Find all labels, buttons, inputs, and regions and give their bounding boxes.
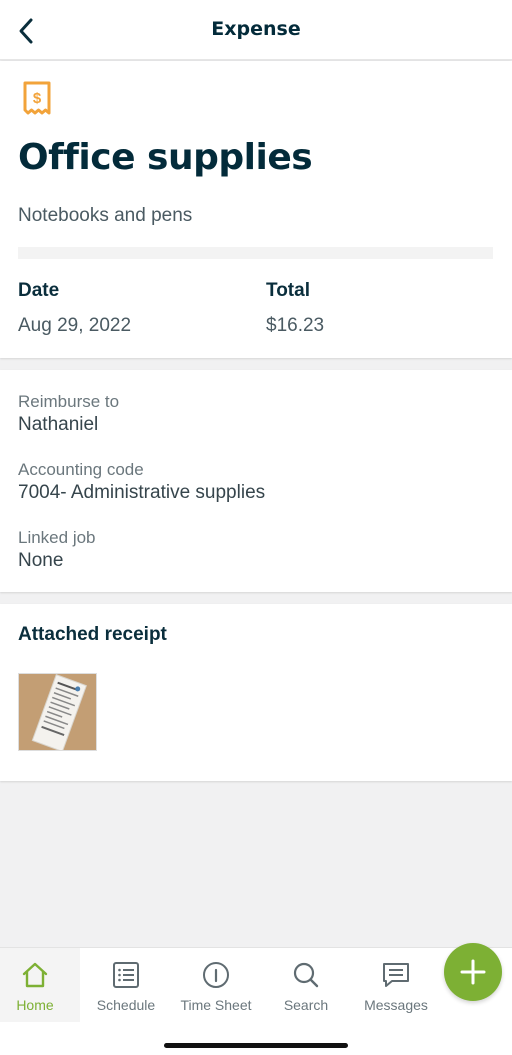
reimburse-value: Nathaniel bbox=[18, 414, 99, 435]
receipt-thumbnail[interactable] bbox=[18, 673, 97, 751]
date-value: Aug 29, 2022 bbox=[18, 315, 132, 336]
search-icon bbox=[293, 962, 319, 988]
plus-icon bbox=[460, 959, 486, 985]
tab-search-label: Search bbox=[283, 997, 329, 1013]
reimburse-label: Reimburse to bbox=[18, 392, 120, 411]
total-label: Total bbox=[266, 280, 310, 301]
tab-time-sheet-label: Time Sheet bbox=[180, 997, 252, 1013]
add-button[interactable] bbox=[444, 943, 502, 1001]
total-value: $16.23 bbox=[266, 315, 325, 336]
expense-description: Notebooks and pens bbox=[18, 205, 193, 226]
accounting-code-value: 7004- Administrative supplies bbox=[18, 482, 266, 503]
tab-home-label: Home bbox=[16, 997, 54, 1013]
home-indicator bbox=[164, 1043, 348, 1048]
top-bar: Expense bbox=[0, 0, 512, 60]
expense-title: Office supplies bbox=[18, 137, 313, 178]
home-icon bbox=[22, 962, 48, 988]
receipt-photo bbox=[19, 674, 96, 750]
attached-receipt-title: Attached receipt bbox=[18, 624, 167, 645]
tab-time-sheet[interactable]: Time Sheet bbox=[171, 948, 261, 1022]
message-icon bbox=[383, 963, 409, 987]
tab-messages[interactable]: Messages bbox=[351, 948, 441, 1022]
linked-job-label: Linked job bbox=[18, 528, 96, 547]
svg-text:$: $ bbox=[33, 90, 42, 107]
date-label: Date bbox=[18, 280, 60, 301]
accounting-code-label: Accounting code bbox=[18, 460, 144, 479]
tab-search[interactable]: Search bbox=[261, 948, 351, 1022]
expense-details-card: Reimburse to Nathaniel Accounting code 7… bbox=[0, 370, 512, 592]
attached-receipt-card: Attached receipt bbox=[0, 604, 512, 781]
expense-summary-card: $ Office supplies Notebooks and pens Dat… bbox=[0, 61, 512, 358]
page-title: Expense bbox=[211, 18, 301, 40]
divider bbox=[18, 247, 493, 259]
tab-schedule-label: Schedule bbox=[96, 997, 156, 1013]
clock-icon bbox=[203, 962, 229, 988]
receipt-icon: $ bbox=[23, 81, 51, 115]
linked-job-value: None bbox=[18, 550, 64, 571]
tab-messages-label: Messages bbox=[364, 997, 428, 1013]
tab-schedule[interactable]: Schedule bbox=[81, 948, 171, 1022]
list-icon bbox=[113, 962, 139, 988]
tab-home[interactable]: Home bbox=[0, 948, 80, 1022]
bottom-tab-bar: Home Schedule Time Sheet Search Messages bbox=[0, 947, 512, 1055]
